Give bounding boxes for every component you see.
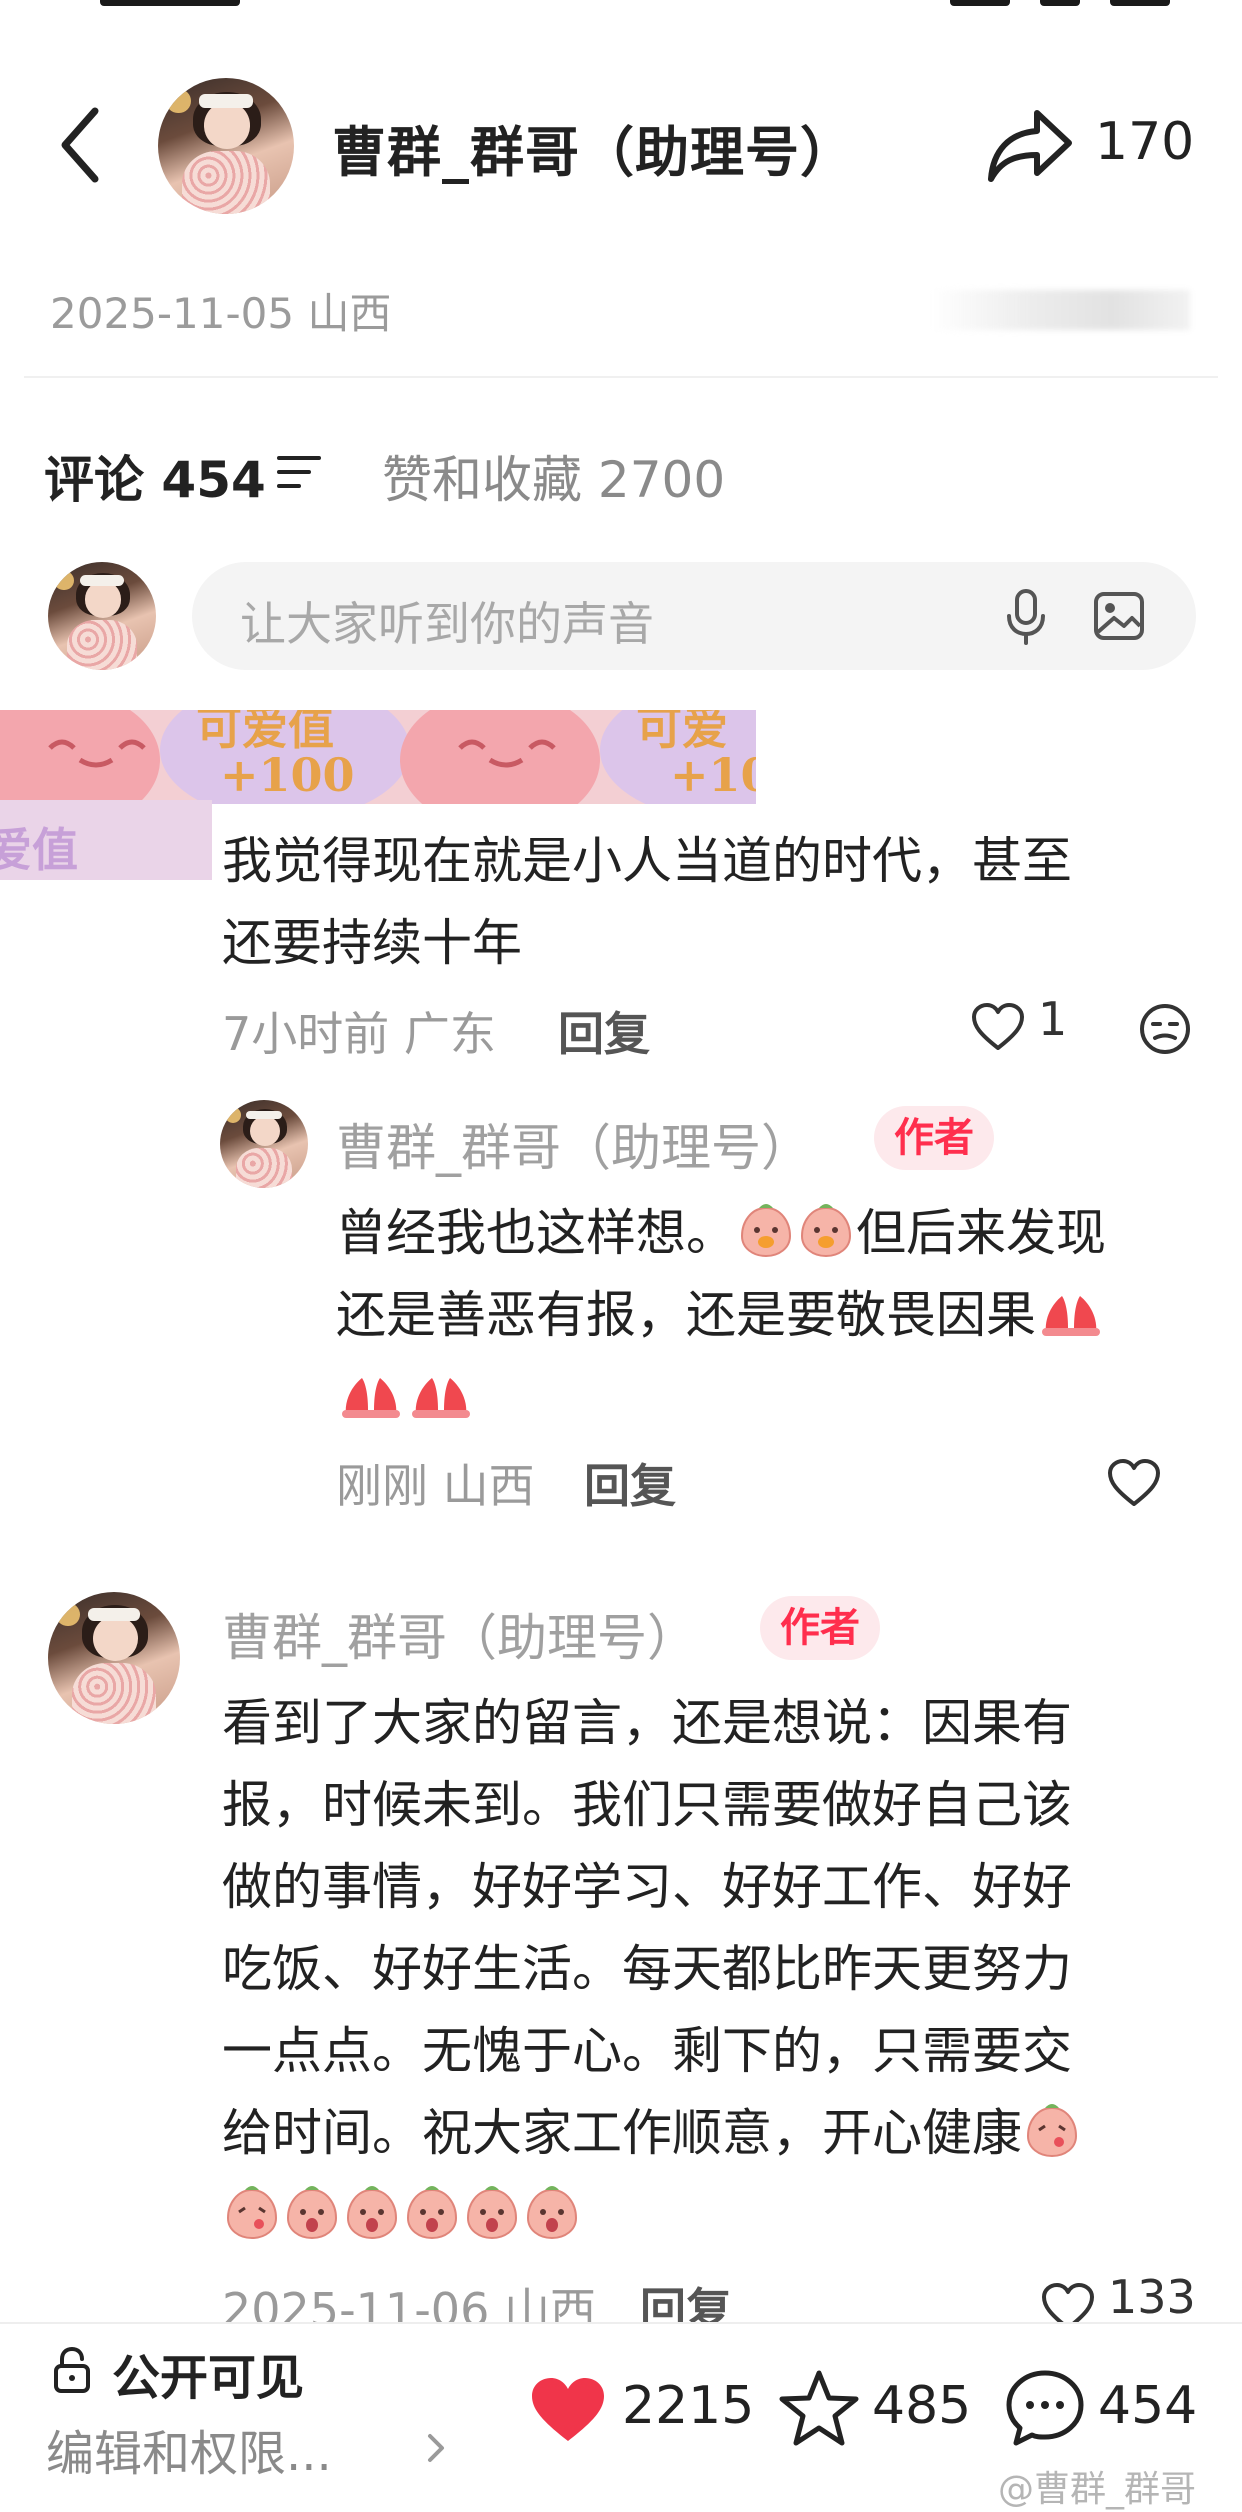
reply-button[interactable]: 回复	[584, 1450, 676, 1516]
heart-outline-icon	[972, 1003, 1024, 1050]
comment-button[interactable]	[1004, 2368, 1086, 2448]
comment-line: 做的事情，好好学习、好好工作、好好	[222, 1858, 1072, 1916]
peach-emoji-icon	[740, 1204, 792, 1258]
comment-author-name[interactable]: 曹群_群哥（助理号）	[222, 1598, 697, 1670]
peach-shock-emoji-icon	[526, 2186, 578, 2240]
praying-hands-icon	[342, 1378, 400, 1418]
peach-shock-emoji-icon	[406, 2186, 458, 2240]
comment-input-placeholder: 让大家听到你的声音	[240, 597, 654, 651]
comment-author-avatar[interactable]	[48, 1592, 180, 1724]
comment-meta: 7小时前 广东	[222, 998, 496, 1064]
sticker-subtext: +100	[220, 748, 355, 802]
author-name[interactable]: 曹群_群哥（助理号）	[332, 108, 855, 187]
comment-line: 还要持续十年	[222, 914, 522, 972]
edit-permissions-link[interactable]: 编辑和权限...	[46, 2414, 332, 2484]
sticker-face-icon	[458, 739, 556, 768]
comment-input[interactable]: 让大家听到你的声音	[192, 562, 1196, 670]
blurred-region	[930, 290, 1190, 330]
post-date: 2025-11-05	[50, 289, 295, 338]
peach-kiss-emoji-icon	[226, 2186, 278, 2240]
comment-sticker-image[interactable]: 可爱值 +100 可爱 +10	[0, 710, 756, 804]
comment-line: 报，时候未到。我们只需要做好自己该	[222, 1776, 1072, 1834]
image-upload-button[interactable]	[1092, 590, 1146, 642]
visibility-label[interactable]: 公开可见	[112, 2338, 304, 2408]
share-button[interactable]	[985, 105, 1075, 185]
reply-author-avatar[interactable]	[220, 1100, 308, 1188]
watermark: @曹群_群哥	[998, 2469, 1197, 2510]
author-avatar[interactable]	[158, 78, 294, 214]
reply-meta: 刚刚 山西	[336, 1450, 535, 1516]
comment-text: 我觉得现在就是小人当道的时代，甚至 还要持续十年	[222, 820, 1202, 984]
reply-time: 刚刚	[336, 1459, 428, 1513]
share-count: 170	[1095, 112, 1195, 172]
collect-button[interactable]	[778, 2368, 860, 2448]
reply-text-part: 曾经我也这样想。	[336, 1204, 736, 1262]
comment-text: 看到了大家的留言，还是想说：因果有 报，时候未到。我们只需要做好自己该 做的事情…	[222, 1682, 1212, 2256]
comment-line: 给时间。祝大家工作顺意，开心健康	[222, 2104, 1022, 2162]
author-badge: 作者	[760, 1596, 880, 1660]
sticker-side-text: 可爱值	[0, 823, 78, 877]
lock-icon	[54, 2346, 90, 2393]
comment-bubble-icon	[1006, 2370, 1084, 2446]
praying-hands-icon	[1042, 1296, 1100, 1336]
heart-outline-icon	[1108, 1459, 1160, 1506]
reply-button[interactable]: 回复	[558, 998, 650, 1064]
comment-location: 广东	[403, 1007, 496, 1061]
visibility-setting-button[interactable]	[52, 2346, 92, 2394]
post-meta: 2025-11-05 山西	[50, 280, 391, 341]
divider	[24, 376, 1218, 378]
star-icon	[779, 2370, 859, 2446]
tab-comments[interactable]: 评论 454	[44, 440, 266, 512]
reply-like-button[interactable]	[1106, 1458, 1162, 1508]
comment-like-count: 1	[1038, 992, 1068, 1046]
comment-dislike-button[interactable]	[1138, 1002, 1192, 1056]
reply-author-name[interactable]: 曹群_群哥（助理号）	[336, 1108, 811, 1180]
peach-shock-emoji-icon	[286, 2186, 338, 2240]
sticker-subtext: +10	[670, 748, 756, 802]
edit-permissions-chevron[interactable]	[422, 2428, 450, 2468]
reply-location: 山西	[442, 1459, 535, 1513]
status-bar-remnant	[0, 0, 1242, 14]
tab-likes-collections[interactable]: 赞和收藏 2700	[382, 440, 725, 512]
back-button[interactable]	[40, 100, 120, 190]
like-button[interactable]	[528, 2375, 608, 2445]
peach-shock-emoji-icon	[346, 2186, 398, 2240]
comment-line: 我觉得现在就是小人当道的时代，甚至	[222, 832, 1072, 890]
post-location: 山西	[307, 289, 392, 338]
reply-text-part: 还是善恶有报，还是要敬畏因果	[336, 1286, 1036, 1344]
voice-input-button[interactable]	[1002, 588, 1050, 646]
chevron-right-icon	[428, 2434, 444, 2462]
comment-like-count: 133	[1108, 2270, 1196, 2324]
mic-icon	[1007, 589, 1045, 645]
my-avatar	[48, 562, 156, 670]
praying-hands-icon	[412, 1378, 470, 1418]
peach-shock-emoji-icon	[466, 2186, 518, 2240]
like-count: 2215	[622, 2376, 755, 2436]
back-arrow-icon	[61, 107, 99, 183]
peach-emoji-icon	[800, 1204, 852, 1258]
comment-sticker-image-side: 可爱值	[0, 800, 212, 880]
reply-text-part: 但后来发现	[856, 1204, 1106, 1262]
comment-line: 吃饭、好好生活。每天都比昨天更努力	[222, 1940, 1072, 1998]
share-icon	[988, 110, 1072, 182]
sort-button[interactable]	[275, 452, 323, 492]
comment-line: 看到了大家的留言，还是想说：因果有	[222, 1694, 1072, 1752]
sort-icon	[277, 456, 321, 488]
reply-text: 曾经我也这样想。 但后来发现 还是善恶有报，还是要敬畏因果	[336, 1192, 1216, 1438]
comment-line: 一点点。无愧于心。剩下的，只需要交	[222, 2022, 1072, 2080]
collect-count: 485	[872, 2376, 972, 2436]
sticker-face-icon	[48, 739, 146, 768]
image-icon	[1094, 592, 1144, 640]
comment-time: 7小时前	[222, 1007, 390, 1061]
heart-filled-icon	[532, 2378, 604, 2441]
comment-like-button[interactable]	[970, 1002, 1026, 1052]
comment-count: 454	[1098, 2376, 1198, 2436]
neutral-face-icon	[1140, 1004, 1190, 1054]
author-badge: 作者	[874, 1106, 994, 1170]
peach-kiss-emoji-icon	[1026, 2104, 1078, 2158]
